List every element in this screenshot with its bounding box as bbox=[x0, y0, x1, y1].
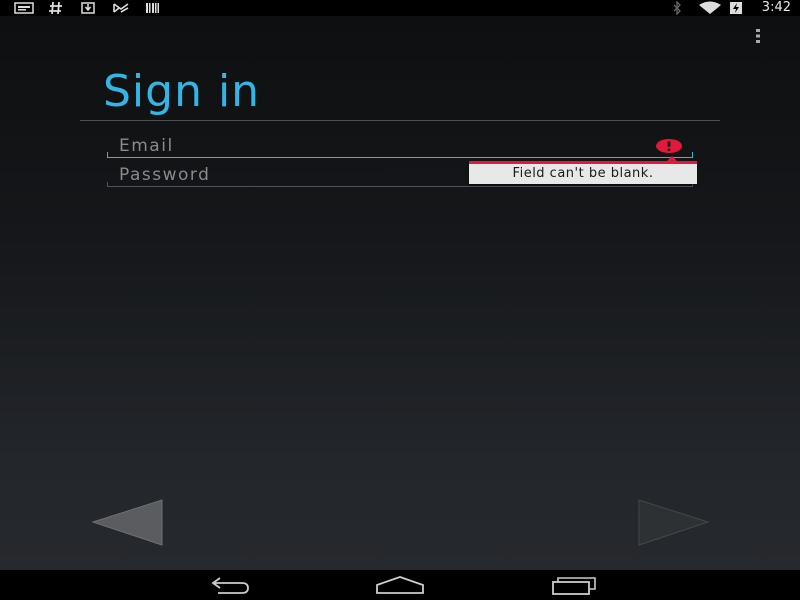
clock: 3:42 bbox=[761, 0, 791, 15]
battery-charging-icon bbox=[729, 1, 743, 15]
home-icon[interactable] bbox=[370, 574, 430, 596]
content-area: Sign in Field can't be blank. bbox=[0, 16, 800, 570]
right-arrow-icon[interactable] bbox=[638, 499, 710, 547]
status-bar: 3:42 bbox=[0, 0, 800, 16]
gmail-icon bbox=[113, 2, 129, 14]
download-icon bbox=[81, 2, 95, 14]
back-icon[interactable] bbox=[199, 574, 259, 596]
bluetooth-icon bbox=[672, 1, 682, 15]
title-divider bbox=[80, 120, 720, 121]
system-nav-bar bbox=[0, 570, 800, 600]
email-field[interactable] bbox=[107, 134, 693, 158]
left-arrow-icon[interactable] bbox=[92, 499, 164, 547]
message-icon bbox=[14, 2, 34, 14]
error-popup: Field can't be blank. bbox=[469, 161, 697, 184]
recent-apps-icon[interactable] bbox=[542, 574, 602, 596]
wifi-icon bbox=[698, 1, 722, 15]
overflow-menu-icon[interactable] bbox=[754, 28, 762, 44]
error-icon[interactable] bbox=[655, 138, 683, 156]
barcode-icon bbox=[145, 2, 159, 14]
screen: 3:42 Sign in Field can't be blank. bbox=[0, 0, 800, 600]
page-title: Sign in bbox=[103, 66, 261, 117]
hash-icon bbox=[48, 0, 64, 16]
